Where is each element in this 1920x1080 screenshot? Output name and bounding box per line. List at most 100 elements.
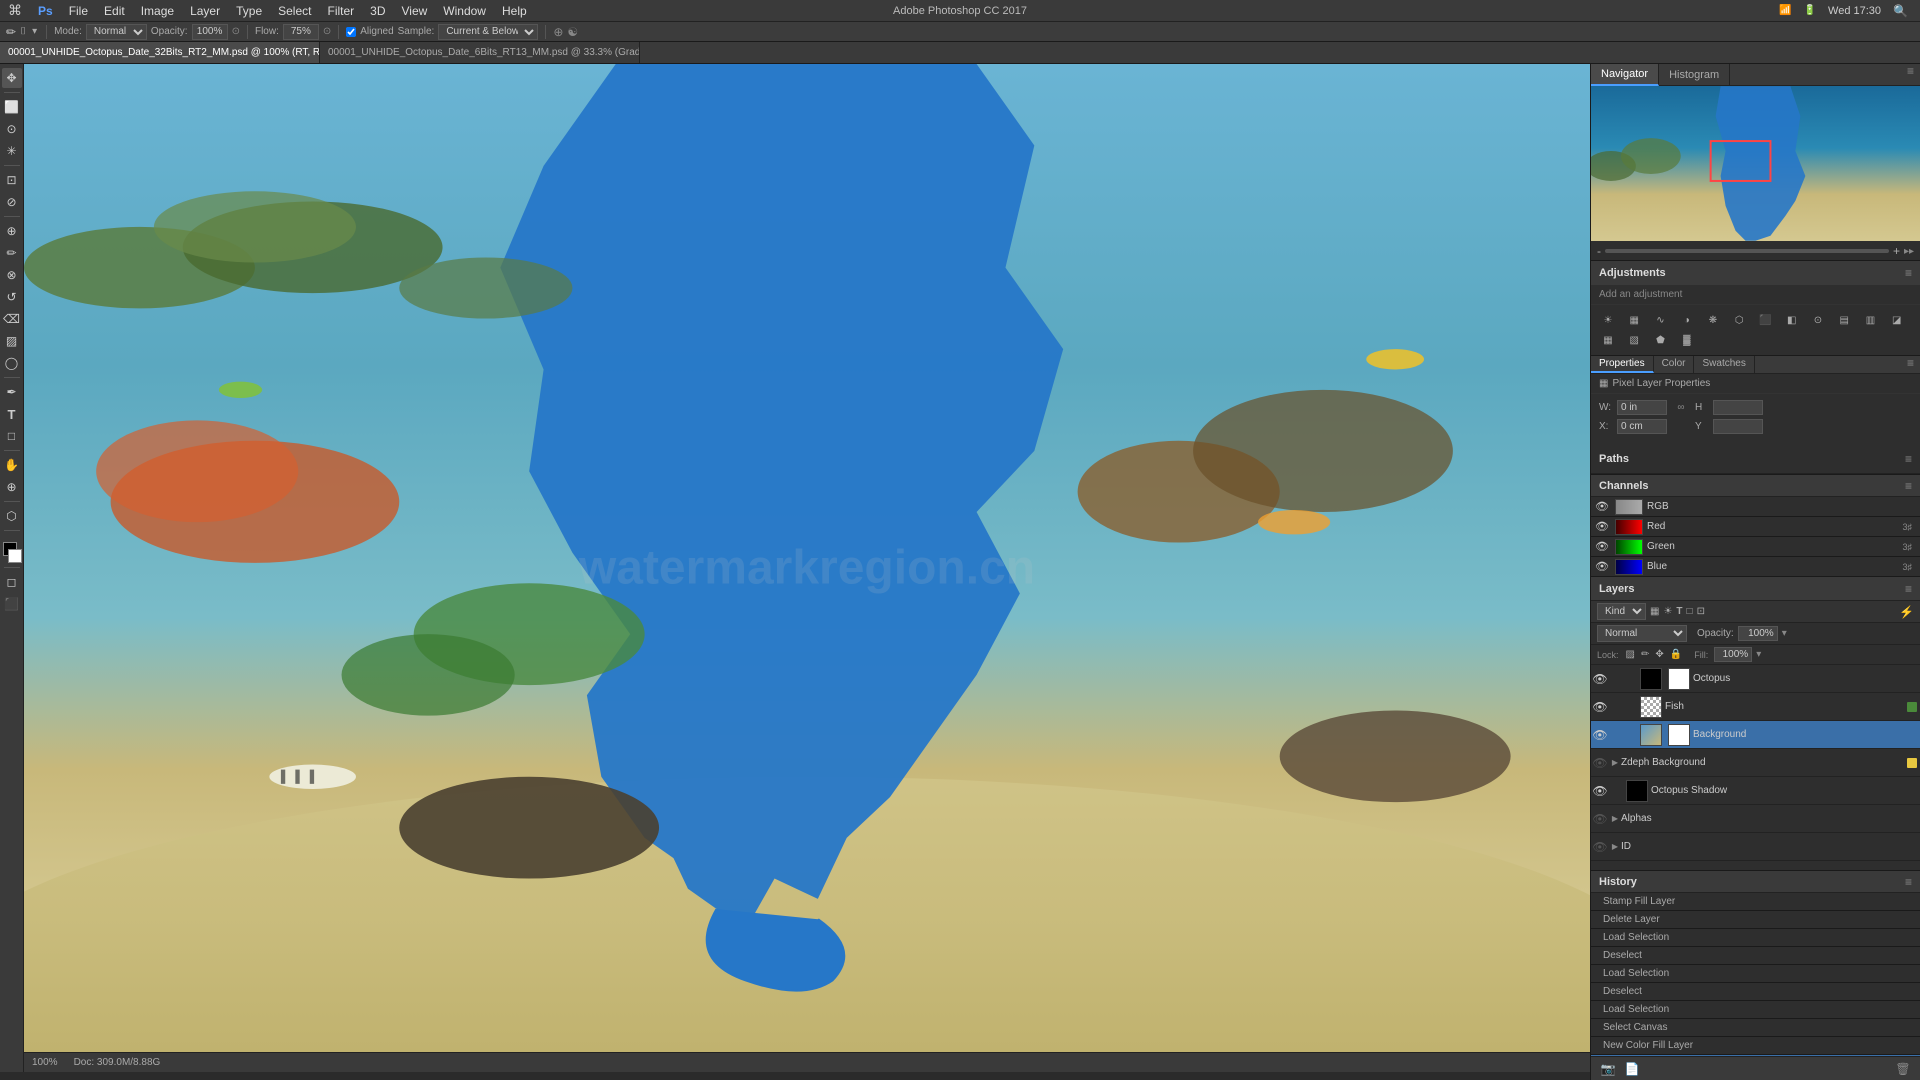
tool-heal[interactable]: ⊕	[2, 221, 22, 241]
aligned-checkbox[interactable]	[346, 27, 356, 37]
tool-brush[interactable]: ✏	[2, 243, 22, 263]
opacity-input[interactable]	[192, 24, 228, 40]
menu-edit[interactable]: Edit	[96, 0, 133, 22]
channel-rgb[interactable]: 👁 RGB	[1591, 497, 1920, 517]
menu-ps[interactable]: Ps	[30, 0, 61, 22]
swatches-tab[interactable]: Swatches	[1694, 356, 1754, 373]
color-balance-icon[interactable]: ⬛	[1757, 311, 1775, 329]
adjustments-menu-icon[interactable]: ≡	[1905, 266, 1912, 280]
opacity-dropdown-icon[interactable]: ▾	[1782, 628, 1787, 639]
layer-octopus[interactable]: 👁 Octopus	[1591, 665, 1920, 693]
history-load-sel-3[interactable]: Load Selection	[1591, 1001, 1920, 1019]
tool-eraser[interactable]: ⌫	[2, 309, 22, 329]
filter-shape-icon[interactable]: □	[1687, 606, 1693, 617]
black-white-icon[interactable]: ◧	[1783, 311, 1801, 329]
history-deselect-2[interactable]: Deselect	[1591, 983, 1920, 1001]
flow-input[interactable]	[283, 24, 319, 40]
layer-octopus-shadow[interactable]: 👁 Octopus Shadow	[1591, 777, 1920, 805]
channel-mixer-icon[interactable]: ▤	[1835, 311, 1853, 329]
mode-select[interactable]: Normal	[86, 24, 147, 40]
filter-toggle-icon[interactable]: ⚡	[1899, 605, 1914, 619]
search-icon[interactable]: 🔍	[1889, 4, 1912, 18]
properties-tab[interactable]: Properties	[1591, 356, 1654, 373]
tool-dodge[interactable]: ◯	[2, 353, 22, 373]
tool-3d[interactable]: ⬡	[2, 506, 22, 526]
layer-id-group[interactable]: 👁 ID	[1591, 833, 1920, 861]
paths-menu-icon[interactable]: ≡	[1905, 452, 1912, 466]
histogram-tab[interactable]: Histogram	[1659, 64, 1730, 86]
menu-help[interactable]: Help	[494, 0, 535, 22]
fill-value-input[interactable]: 100%	[1714, 647, 1752, 662]
flow-pressure-icon[interactable]: ⊙	[323, 26, 331, 37]
sample-select[interactable]: Current & Below	[438, 24, 538, 40]
layer-octopus-vis-icon[interactable]: 👁	[1591, 672, 1609, 686]
hsl-icon[interactable]: ⬡	[1730, 311, 1748, 329]
layers-menu-icon[interactable]: ≡	[1905, 582, 1912, 596]
background-color[interactable]	[8, 549, 22, 563]
channel-blue-eye-icon[interactable]: 👁	[1595, 560, 1611, 573]
history-delete-icon[interactable]: 🗑	[1894, 1060, 1912, 1078]
nav-zoom-out-icon[interactable]: -	[1597, 244, 1601, 258]
tool-pen[interactable]: ✒	[2, 382, 22, 402]
x-input[interactable]	[1617, 419, 1667, 434]
filter-pixel-icon[interactable]: ▦	[1650, 606, 1659, 617]
tool-screen-mode[interactable]: ⬛	[2, 594, 22, 614]
menu-layer[interactable]: Layer	[182, 0, 228, 22]
menu-view[interactable]: View	[394, 0, 436, 22]
layer-background-vis-icon[interactable]: 👁	[1591, 728, 1609, 742]
history-new-doc-icon[interactable]: 📄	[1623, 1060, 1641, 1078]
link-wh-icon[interactable]: ∞	[1673, 402, 1689, 413]
tool-move[interactable]: ✥	[2, 68, 22, 88]
menu-3d[interactable]: 3D	[362, 0, 393, 22]
filter-smart-icon[interactable]: ⊡	[1697, 606, 1705, 617]
tool-lasso[interactable]: ⊙	[2, 119, 22, 139]
y-input[interactable]	[1713, 419, 1763, 434]
color-tab[interactable]: Color	[1654, 356, 1695, 373]
curves-icon[interactable]: ∿	[1652, 311, 1670, 329]
layers-filter-select[interactable]: Kind	[1597, 603, 1646, 620]
history-color-fill[interactable]: New Color Fill Layer	[1591, 1037, 1920, 1055]
layer-alphas-group[interactable]: 👁 Alphas	[1591, 805, 1920, 833]
tool-eyedropper[interactable]: ⊘	[2, 192, 22, 212]
properties-menu-icon[interactable]: ≡	[1901, 356, 1920, 373]
history-stamp-fill[interactable]: Stamp Fill Layer	[1591, 893, 1920, 911]
threshold-icon[interactable]: ▧	[1625, 331, 1643, 349]
layer-id-expand-icon[interactable]	[1609, 842, 1621, 851]
fill-dropdown-icon[interactable]: ▾	[1756, 649, 1761, 660]
gradient-map-icon[interactable]: ▓	[1678, 331, 1696, 349]
photo-filter-icon[interactable]: ⊙	[1809, 311, 1827, 329]
tool-zoom[interactable]: ⊕	[2, 477, 22, 497]
nav-zoom-in-icon[interactable]: +	[1893, 244, 1900, 258]
layer-zdeph-vis-icon[interactable]: 👁	[1591, 756, 1609, 770]
history-new-snapshot-icon[interactable]: 📷	[1599, 1060, 1617, 1078]
layer-alphas-vis-icon[interactable]: 👁	[1591, 812, 1609, 826]
layer-fish-vis-icon[interactable]: 👁	[1591, 700, 1609, 714]
menu-select[interactable]: Select	[270, 0, 319, 22]
exposure-icon[interactable]: ◑	[1678, 311, 1696, 329]
lock-all-icon[interactable]: 🔒	[1670, 649, 1682, 660]
opacity-value-input[interactable]: 100%	[1738, 626, 1778, 641]
layer-id-vis-icon[interactable]: 👁	[1591, 840, 1609, 854]
menu-image[interactable]: Image	[133, 0, 182, 22]
channel-rgb-eye-icon[interactable]: 👁	[1595, 500, 1611, 513]
layer-octopus-shadow-vis-icon[interactable]: 👁	[1591, 784, 1609, 798]
filter-text-icon[interactable]: T	[1676, 606, 1682, 617]
channel-blue[interactable]: 👁 Blue 3♯	[1591, 557, 1920, 577]
tab-2[interactable]: 00001_UNHIDE_Octopus_Date_6Bits_RT13_MM.…	[320, 42, 640, 64]
layer-background[interactable]: 👁 Background	[1591, 721, 1920, 749]
menu-filter[interactable]: Filter	[319, 0, 362, 22]
layer-alphas-expand-icon[interactable]	[1609, 814, 1621, 823]
channel-green-eye-icon[interactable]: 👁	[1595, 540, 1611, 553]
menu-type[interactable]: Type	[228, 0, 270, 22]
history-load-sel-1[interactable]: Load Selection	[1591, 929, 1920, 947]
layer-zdeph-expand-icon[interactable]	[1609, 758, 1621, 767]
tool-crop[interactable]: ⊡	[2, 170, 22, 190]
tool-hand[interactable]: ✋	[2, 455, 22, 475]
layer-zdeph-bg[interactable]: 👁 Zdeph Background	[1591, 749, 1920, 777]
lock-position-icon[interactable]: ✥	[1655, 649, 1663, 660]
tool-gradient[interactable]: ▨	[2, 331, 22, 351]
menu-file[interactable]: File	[61, 0, 96, 22]
blend-mode-select[interactable]: Normal	[1597, 625, 1687, 642]
lock-transparent-icon[interactable]: ▨	[1626, 649, 1635, 660]
tool-magic-wand[interactable]: ✳	[2, 141, 22, 161]
